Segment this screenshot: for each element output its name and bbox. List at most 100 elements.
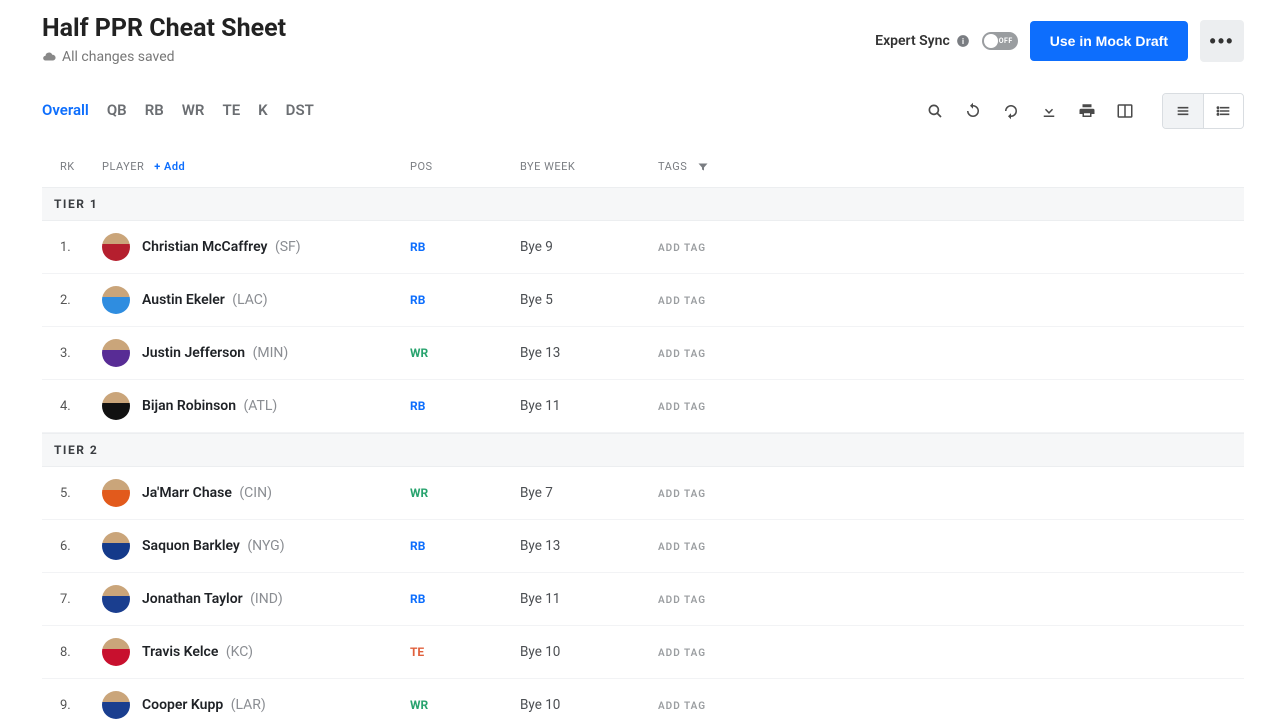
player-team: (IND) — [247, 591, 283, 607]
position: TE — [410, 645, 520, 659]
avatar — [102, 233, 130, 261]
columns-icon[interactable] — [1116, 102, 1134, 120]
expert-sync-label: Expert Sync i — [875, 33, 970, 49]
toggle-off-label: OFF — [999, 37, 1016, 45]
tier-header: TIER 2 — [42, 433, 1244, 467]
rank: 4. — [60, 399, 102, 414]
redo-icon[interactable] — [1002, 102, 1020, 120]
tab-overall[interactable]: Overall — [42, 101, 89, 121]
add-tag-button[interactable]: ADD TAG — [658, 243, 706, 254]
add-tag-button[interactable]: ADD TAG — [658, 349, 706, 360]
bye-week: Bye 13 — [520, 538, 658, 554]
undo-icon[interactable] — [964, 102, 982, 120]
view-compact-button[interactable] — [1163, 94, 1203, 128]
add-player-link[interactable]: + Add — [154, 160, 185, 173]
avatar — [102, 585, 130, 613]
rank: 7. — [60, 592, 102, 607]
player-team: (NYG) — [244, 538, 285, 554]
add-tag-button[interactable]: ADD TAG — [658, 402, 706, 413]
list-compact-icon — [1175, 103, 1191, 119]
ellipsis-icon: ••• — [1210, 31, 1235, 52]
avatar — [102, 532, 130, 560]
position: RB — [410, 592, 520, 606]
avatar — [102, 479, 130, 507]
player-name[interactable]: Saquon Barkley — [142, 538, 240, 554]
player-name[interactable]: Travis Kelce — [142, 644, 218, 660]
player-team: (LAC) — [229, 292, 268, 308]
tab-k[interactable]: K — [258, 101, 268, 121]
player-team: (ATL) — [240, 398, 277, 414]
download-icon[interactable] — [1040, 102, 1058, 120]
bye-week: Bye 10 — [520, 644, 658, 660]
tier-header: TIER 1 — [42, 187, 1244, 221]
add-tag-button[interactable]: ADD TAG — [658, 489, 706, 500]
rank: 8. — [60, 645, 102, 660]
player-row[interactable]: 3.Justin Jefferson (MIN)WRBye 13ADD TAG — [42, 327, 1244, 380]
search-icon[interactable] — [926, 102, 944, 120]
col-rk: RK — [60, 160, 102, 173]
more-options-button[interactable]: ••• — [1200, 20, 1244, 62]
add-tag-button[interactable]: ADD TAG — [658, 542, 706, 553]
use-in-mock-draft-button[interactable]: Use in Mock Draft — [1030, 21, 1188, 61]
player-team: (SF) — [271, 239, 300, 255]
column-headers: RK PLAYER + Add POS BYE WEEK TAGS — [42, 130, 1244, 187]
col-pos: POS — [410, 160, 520, 173]
list-detailed-icon — [1216, 103, 1232, 119]
rank: 9. — [60, 698, 102, 713]
avatar — [102, 339, 130, 367]
player-team: (CIN) — [236, 485, 272, 501]
rank: 5. — [60, 486, 102, 501]
player-row[interactable]: 8. Travis Kelce (KC) TEBye 10ADD TAG — [42, 626, 1244, 679]
player-name[interactable]: Jonathan Taylor — [142, 591, 243, 607]
col-player: PLAYER — [102, 160, 144, 173]
add-tag-button[interactable]: ADD TAG — [658, 648, 706, 659]
expert-sync-toggle[interactable]: OFF — [982, 32, 1018, 50]
avatar — [102, 392, 130, 420]
bye-week: Bye 10 — [520, 697, 658, 713]
tab-dst[interactable]: DST — [286, 101, 314, 121]
bye-week: Bye 11 — [520, 398, 658, 414]
save-status: All changes saved — [42, 49, 875, 65]
rank: 6. — [60, 539, 102, 554]
rank: 1. — [60, 240, 102, 255]
player-team: (KC) — [222, 644, 253, 660]
player-row[interactable]: 4.Bijan Robinson (ATL)RBBye 11ADD TAG — [42, 380, 1244, 433]
tab-rb[interactable]: RB — [145, 101, 164, 121]
bye-week: Bye 9 — [520, 239, 658, 255]
position: RB — [410, 539, 520, 553]
position: RB — [410, 240, 520, 254]
player-row[interactable]: 9.Cooper Kupp (LAR)WRBye 10ADD TAG — [42, 679, 1244, 720]
add-tag-button[interactable]: ADD TAG — [658, 296, 706, 307]
player-row[interactable]: 1. Christian McCaffrey (SF) RBBye 9ADD TAG — [42, 221, 1244, 274]
add-tag-button[interactable]: ADD TAG — [658, 701, 706, 712]
filter-icon[interactable] — [697, 161, 709, 173]
bye-week: Bye 13 — [520, 345, 658, 361]
bye-week: Bye 7 — [520, 485, 658, 501]
avatar — [102, 691, 130, 719]
avatar — [102, 638, 130, 666]
rank: 2. — [60, 293, 102, 308]
player-name[interactable]: Bijan Robinson — [142, 398, 236, 414]
col-tags: TAGS — [658, 160, 687, 173]
tab-wr[interactable]: WR — [182, 101, 205, 121]
info-icon[interactable]: i — [956, 34, 970, 48]
print-icon[interactable] — [1078, 102, 1096, 120]
add-tag-button[interactable]: ADD TAG — [658, 595, 706, 606]
player-row[interactable]: 7.Jonathan Taylor (IND)RBBye 11ADD TAG — [42, 573, 1244, 626]
position: WR — [410, 346, 520, 360]
player-name[interactable]: Ja'Marr Chase — [142, 485, 232, 501]
position: WR — [410, 486, 520, 500]
player-name[interactable]: Cooper Kupp — [142, 697, 223, 713]
bye-week: Bye 5 — [520, 292, 658, 308]
page-title: Half PPR Cheat Sheet — [42, 14, 875, 43]
tab-te[interactable]: TE — [222, 101, 240, 121]
view-detailed-button[interactable] — [1203, 94, 1243, 128]
player-name[interactable]: Christian McCaffrey — [142, 239, 267, 255]
player-name[interactable]: Austin Ekeler — [142, 292, 225, 308]
player-name[interactable]: Justin Jefferson — [142, 345, 245, 361]
tab-qb[interactable]: QB — [107, 101, 127, 121]
position: WR — [410, 698, 520, 712]
player-row[interactable]: 5. Ja'Marr Chase (CIN) WRBye 7ADD TAG — [42, 467, 1244, 520]
player-row[interactable]: 6. Saquon Barkley (NYG) RBBye 13ADD TAG — [42, 520, 1244, 573]
player-row[interactable]: 2.Austin Ekeler (LAC)RBBye 5ADD TAG — [42, 274, 1244, 327]
